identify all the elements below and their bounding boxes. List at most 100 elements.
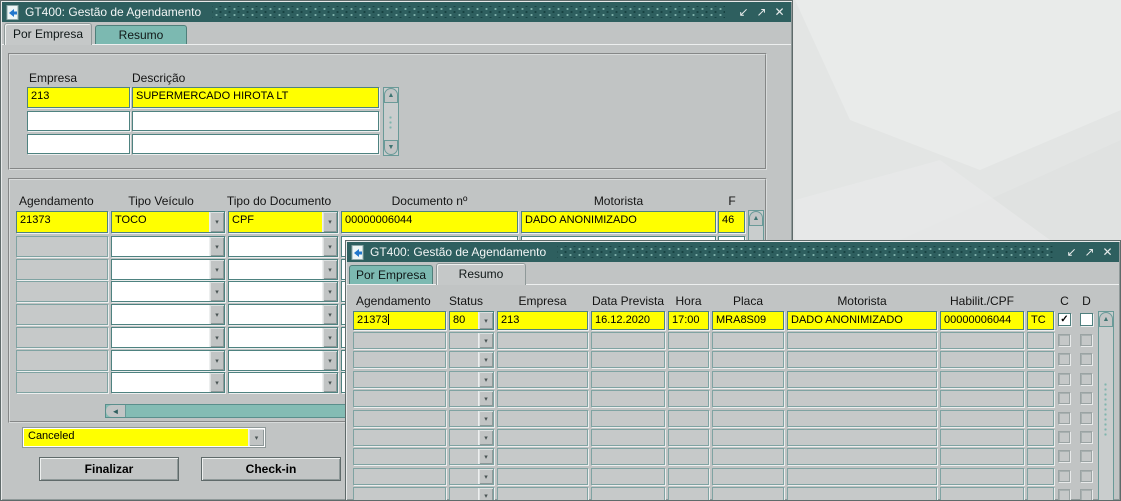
tipo-veiculo-combo-empty[interactable]: ▾ [111, 259, 225, 280]
tab-resumo[interactable]: Resumo [436, 263, 526, 285]
hora-cell-empty[interactable] [668, 371, 709, 388]
agendamento-cell-empty[interactable] [353, 487, 446, 501]
empresa-field-empty[interactable] [27, 111, 130, 131]
status-combo-empty-value[interactable] [450, 449, 478, 464]
agendamento-cell-empty[interactable] [353, 371, 446, 388]
dropdown-arrow-icon[interactable]: ▾ [478, 449, 493, 464]
tipo-veiculo-combo[interactable]: TOCO ▾ [111, 211, 225, 233]
motorista-cell-empty[interactable] [787, 448, 937, 465]
agendamento-cell-empty[interactable] [16, 327, 108, 348]
tipo-veiculo-combo-empty[interactable]: ▾ [111, 304, 225, 325]
extra-cell-empty[interactable] [1027, 332, 1054, 349]
empresa-cell-empty[interactable] [497, 332, 588, 349]
status-combo-empty-value[interactable] [450, 488, 478, 501]
scrollbar-thumb[interactable] [388, 115, 394, 129]
tipo-documento-combo-empty[interactable]: ▾ [228, 281, 338, 302]
dropdown-arrow-icon[interactable]: ▾ [478, 488, 493, 501]
c-checkbox-empty[interactable] [1058, 412, 1070, 424]
empresa-cell-empty[interactable] [497, 371, 588, 388]
status-combo[interactable]: Canceled ▾ [22, 427, 266, 448]
data-prevista-cell-empty[interactable] [591, 390, 665, 407]
status-combo-empty[interactable]: ▾ [449, 371, 494, 388]
d-checkbox-empty[interactable] [1080, 334, 1092, 346]
tipo-documento-value[interactable]: CPF [229, 212, 322, 232]
motorista-cell-empty[interactable] [787, 390, 937, 407]
dropdown-arrow-icon[interactable]: ▾ [478, 411, 493, 426]
tipo-veiculo-value[interactable]: TOCO [112, 212, 209, 232]
c-checkbox-empty[interactable] [1058, 353, 1070, 365]
d-checkbox-empty[interactable] [1080, 373, 1092, 385]
status-combo-empty[interactable]: ▾ [449, 429, 494, 446]
hora-cell[interactable]: 17:00 [668, 311, 709, 330]
dropdown-arrow-icon[interactable]: ▾ [209, 260, 224, 279]
data-prevista-cell-empty[interactable] [591, 487, 665, 501]
c-checkbox-empty[interactable] [1058, 431, 1070, 443]
habilit-cpf-cell-empty[interactable] [940, 390, 1024, 407]
motorista-cell-empty[interactable] [787, 468, 937, 485]
tipo-veiculo-combo-empty-value[interactable] [112, 373, 209, 392]
status-combo-empty-value[interactable] [450, 411, 478, 426]
tipo-veiculo-combo-empty[interactable]: ▾ [111, 281, 225, 302]
extra-cell-empty[interactable] [1027, 371, 1054, 388]
extra-cell-empty[interactable] [1027, 390, 1054, 407]
tipo-veiculo-combo-empty[interactable]: ▾ [111, 350, 225, 371]
agendamento-cell-empty[interactable] [353, 448, 446, 465]
tipo-veiculo-combo-empty-value[interactable] [112, 260, 209, 279]
d-checkbox-empty[interactable] [1080, 450, 1092, 462]
status-combo-empty-value[interactable] [450, 372, 478, 387]
agendamento-cell-empty[interactable] [16, 372, 108, 393]
data-prevista-cell[interactable]: 16.12.2020 [591, 311, 665, 330]
motorista-cell-empty[interactable] [787, 487, 937, 501]
tipo-documento-combo-empty-value[interactable] [229, 328, 322, 347]
status-value[interactable]: Canceled [24, 429, 248, 446]
close-icon[interactable]: ✕ [1100, 243, 1115, 261]
tab-resumo[interactable]: Resumo [95, 25, 187, 44]
scroll-left-icon[interactable]: ◄ [106, 405, 126, 417]
front-titlebar[interactable]: GT400: Gestão de Agendamento ↙ ↗ ✕ [347, 242, 1119, 262]
empresa-cell-empty[interactable] [497, 487, 588, 501]
minimize-icon[interactable]: ↙ [736, 3, 751, 21]
status-combo-empty-value[interactable] [450, 352, 478, 367]
scrollbar-thumb[interactable] [1103, 382, 1109, 437]
d-checkbox-empty[interactable] [1080, 412, 1092, 424]
dropdown-arrow-icon[interactable]: ▾ [209, 212, 224, 232]
agendamento-cell-empty[interactable] [16, 259, 108, 280]
descricao-field[interactable]: SUPERMERCADO HIROTA LT [132, 87, 379, 108]
minimize-icon[interactable]: ↙ [1064, 243, 1079, 261]
tipo-veiculo-combo-empty[interactable]: ▾ [111, 236, 225, 257]
tipo-documento-combo-empty[interactable]: ▾ [228, 327, 338, 348]
dropdown-arrow-icon[interactable]: ▾ [478, 312, 493, 329]
tipo-veiculo-combo-empty[interactable]: ▾ [111, 327, 225, 348]
agendamento-cell-empty[interactable] [353, 351, 446, 368]
hora-cell-empty[interactable] [668, 390, 709, 407]
hora-cell-empty[interactable] [668, 468, 709, 485]
hora-cell-empty[interactable] [668, 332, 709, 349]
agendamento-cell-empty[interactable] [353, 429, 446, 446]
motorista-cell[interactable]: DADO ANONIMIZADO [787, 311, 937, 330]
scroll-down-icon[interactable]: ▼ [384, 140, 398, 155]
motorista-cell-empty[interactable] [787, 351, 937, 368]
agendamento-cell[interactable]: 21373 [353, 311, 446, 330]
dropdown-arrow-icon[interactable]: ▾ [478, 391, 493, 406]
extra-cell[interactable]: TC [1027, 311, 1054, 330]
tipo-veiculo-combo-empty-value[interactable] [112, 237, 209, 256]
hora-cell-empty[interactable] [668, 351, 709, 368]
tab-por-empresa[interactable]: Por Empresa [4, 23, 92, 45]
status-combo-empty-value[interactable] [450, 469, 478, 484]
dropdown-arrow-icon[interactable]: ▾ [209, 351, 224, 370]
tab-por-empresa[interactable]: Por Empresa [349, 265, 433, 284]
habilit-cpf-cell-empty[interactable] [940, 468, 1024, 485]
dropdown-arrow-icon[interactable]: ▾ [209, 373, 224, 392]
motorista-cell-empty[interactable] [787, 429, 937, 446]
maximize-icon[interactable]: ↗ [1082, 243, 1097, 261]
c-checkbox-empty[interactable] [1058, 450, 1070, 462]
dropdown-arrow-icon[interactable]: ▾ [209, 305, 224, 324]
placa-cell-empty[interactable] [712, 390, 784, 407]
dropdown-arrow-icon[interactable]: ▾ [478, 352, 493, 367]
placa-cell-empty[interactable] [712, 351, 784, 368]
c-checkbox[interactable]: ✓ [1058, 313, 1071, 326]
motorista-cell-empty[interactable] [787, 371, 937, 388]
empresa-field[interactable]: 213 [27, 87, 130, 108]
empresa-cell-empty[interactable] [497, 410, 588, 427]
extra-cell-empty[interactable] [1027, 410, 1054, 427]
